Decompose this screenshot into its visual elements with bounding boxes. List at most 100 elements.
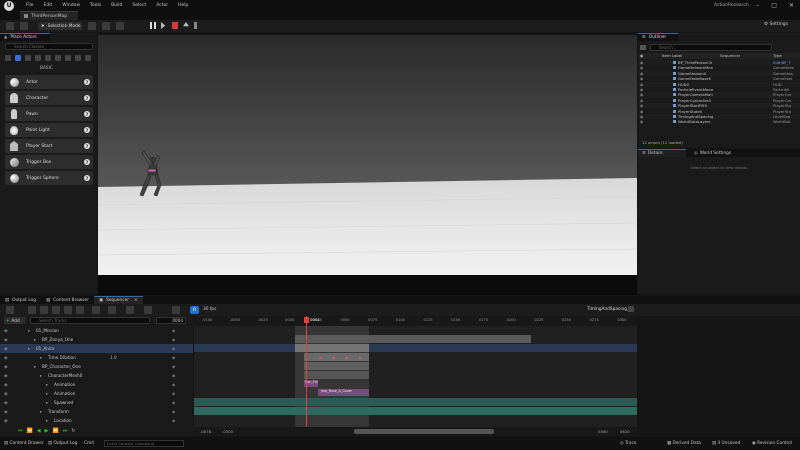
- snap-icon[interactable]: ∩: [190, 306, 199, 314]
- track-visibility-icon[interactable]: ◉: [4, 346, 8, 351]
- volumes-icon[interactable]: [55, 55, 61, 61]
- selection-mode-dropdown[interactable]: ➤ Selection Mode: [38, 22, 82, 30]
- visibility-icon[interactable]: ◉: [640, 87, 643, 92]
- sequencer-track[interactable]: ◉ ▸ BP_Zenya_One ◆: [0, 335, 193, 344]
- tab-world-settings[interactable]: ◎ World Settings: [690, 149, 731, 157]
- col-type[interactable]: Type: [773, 53, 782, 58]
- track-visibility-icon[interactable]: ◉: [4, 418, 8, 423]
- visibility-icon[interactable]: ◉: [640, 65, 643, 70]
- level-viewport[interactable]: [98, 35, 637, 295]
- right-readout[interactable]: 0620: [620, 429, 630, 434]
- tab-details[interactable]: ☰ Details: [638, 149, 686, 157]
- current-frame-field[interactable]: 0004: [156, 317, 186, 324]
- track-visibility-icon[interactable]: ◉: [4, 328, 8, 333]
- track-visibility-icon[interactable]: ◉: [4, 355, 8, 360]
- col-sequencer[interactable]: Sequencer: [720, 53, 740, 58]
- track-visibility-icon[interactable]: ◉: [4, 391, 8, 396]
- menu-help[interactable]: Help: [178, 3, 188, 8]
- pen-icon[interactable]: [172, 306, 180, 314]
- tab-place-actors[interactable]: ▲ Place Actors: [0, 33, 50, 41]
- lights-icon[interactable]: [25, 55, 31, 61]
- actor-item-trigger-sphere[interactable]: Trigger Sphere ?: [5, 171, 93, 185]
- more-icon[interactable]: [75, 55, 81, 61]
- add-key-icon[interactable]: ◆: [172, 400, 175, 405]
- visibility-icon[interactable]: ◉: [640, 119, 643, 124]
- animation-clip-2[interactable]: Jmp_Rose_A_Cover: [318, 389, 369, 396]
- menu-edit[interactable]: Edit: [44, 3, 53, 8]
- revision-control-button[interactable]: ◉ Revision Control: [752, 441, 792, 446]
- play-options-icon[interactable]: [194, 22, 197, 29]
- eject-icon[interactable]: [183, 22, 189, 27]
- add-key-icon[interactable]: ◆: [172, 373, 175, 378]
- sequencer-track[interactable]: ◉ ▸ CharacterMesh0 ◆: [0, 371, 193, 380]
- mesh-section[interactable]: [304, 371, 369, 379]
- unreal-logo-icon[interactable]: U: [4, 0, 14, 11]
- settings-button[interactable]: ⚙ Settings: [764, 22, 788, 27]
- sequencer-track[interactable]: ◉ ▸ Time Dilation 1.0 ◆: [0, 353, 193, 362]
- add-key-icon[interactable]: ◆: [172, 364, 175, 369]
- stop-icon[interactable]: [172, 22, 178, 29]
- visual-effects-icon[interactable]: [45, 55, 51, 61]
- output-log-button[interactable]: ▤ Output Log: [48, 441, 77, 446]
- visibility-icon[interactable]: ◉: [640, 76, 643, 81]
- add-key-icon[interactable]: ◆: [172, 391, 175, 396]
- spawned-track[interactable]: [194, 398, 637, 406]
- visibility-icon[interactable]: ◉: [640, 53, 643, 58]
- help-icon[interactable]: ?: [84, 159, 90, 165]
- outliner-row[interactable]: ◉ PlayerState0 PlayerSta: [638, 109, 800, 114]
- trace-button[interactable]: ◎ Trace: [620, 441, 637, 446]
- track-visibility-icon[interactable]: ◉: [4, 400, 8, 405]
- visibility-icon[interactable]: ◉: [640, 98, 643, 103]
- cinematics-icon[interactable]: [102, 22, 110, 30]
- minimize-icon[interactable]: –: [756, 2, 759, 9]
- snapshot-icon[interactable]: [64, 306, 72, 314]
- curve-icon[interactable]: [126, 306, 134, 314]
- transform-icon[interactable]: [92, 306, 100, 314]
- character-section[interactable]: [304, 362, 369, 370]
- tab-level[interactable]: ThirdPersonMap: [20, 11, 78, 20]
- add-track-button[interactable]: + Add: [4, 317, 26, 324]
- expand-arrow-icon[interactable]: ▸: [40, 355, 42, 360]
- outliner-row[interactable]: ◉ PlayerStartPIE0 PlayerSta: [638, 103, 800, 109]
- close-tab-icon[interactable]: ×: [134, 298, 138, 303]
- all-classes-icon[interactable]: [65, 55, 71, 61]
- actor-item-trigger-box[interactable]: Trigger Box ?: [5, 155, 93, 169]
- expand-arrow-icon[interactable]: ▸: [46, 391, 48, 396]
- content-drawer-button[interactable]: ▤ Content Drawer: [4, 441, 44, 446]
- track-visibility-icon[interactable]: ◉: [4, 337, 8, 342]
- playhead-handle[interactable]: [304, 317, 309, 323]
- add-key-icon[interactable]: ◆: [172, 418, 175, 423]
- track-search[interactable]: Search Tracks: [30, 317, 150, 324]
- outliner-row[interactable]: ◉ GameStateBase0 GameStat: [638, 76, 800, 81]
- playhead[interactable]: [306, 316, 307, 436]
- outliner-row[interactable]: ◉ GameNetworkMan GameNetw: [638, 65, 800, 70]
- expand-arrow-icon[interactable]: ▸: [34, 337, 36, 342]
- visibility-icon[interactable]: ◉: [640, 71, 643, 76]
- maximize-icon[interactable]: □: [771, 2, 777, 9]
- tab-output-log[interactable]: ▤ Output Log: [0, 296, 41, 304]
- render-icon[interactable]: [52, 306, 60, 314]
- add-icon[interactable]: [116, 22, 124, 30]
- actor-item-actor[interactable]: Actor ?: [5, 75, 93, 89]
- sequencer-track[interactable]: ◉ ▸ 01_Mission ◆: [0, 326, 193, 335]
- expand-arrow-icon[interactable]: ▸: [46, 418, 48, 423]
- basic-category-icon[interactable]: [15, 55, 21, 61]
- keyframes[interactable]: ◆◆◆◆: [319, 355, 371, 360]
- unsaved-button[interactable]: ▤ 3 Unsaved: [712, 441, 740, 446]
- help-icon[interactable]: ?: [84, 111, 90, 117]
- track-visibility-icon[interactable]: ◉: [4, 364, 8, 369]
- tab-content-browser[interactable]: ▧ Content Browser: [41, 296, 94, 304]
- filter-icon[interactable]: [640, 45, 646, 50]
- expand-arrow-icon[interactable]: ▸: [46, 382, 48, 387]
- start-frame[interactable]: -0078: [200, 429, 211, 434]
- sequencer-track[interactable]: ◉ ▸ Transform ◆: [0, 407, 193, 416]
- help-icon[interactable]: ?: [84, 127, 90, 133]
- help-icon[interactable]: ?: [84, 175, 90, 181]
- sequencer-track[interactable]: ◉ ▸ 01_Anim ◆: [0, 344, 193, 353]
- place-actors-search[interactable]: Search Classes: [5, 43, 93, 50]
- menu-window[interactable]: Window: [62, 3, 80, 8]
- track-visibility-icon[interactable]: ◉: [4, 382, 8, 387]
- timeline-scrollbar[interactable]: [354, 429, 494, 434]
- visibility-icon[interactable]: ◉: [640, 109, 643, 114]
- menu-file[interactable]: File: [26, 3, 34, 8]
